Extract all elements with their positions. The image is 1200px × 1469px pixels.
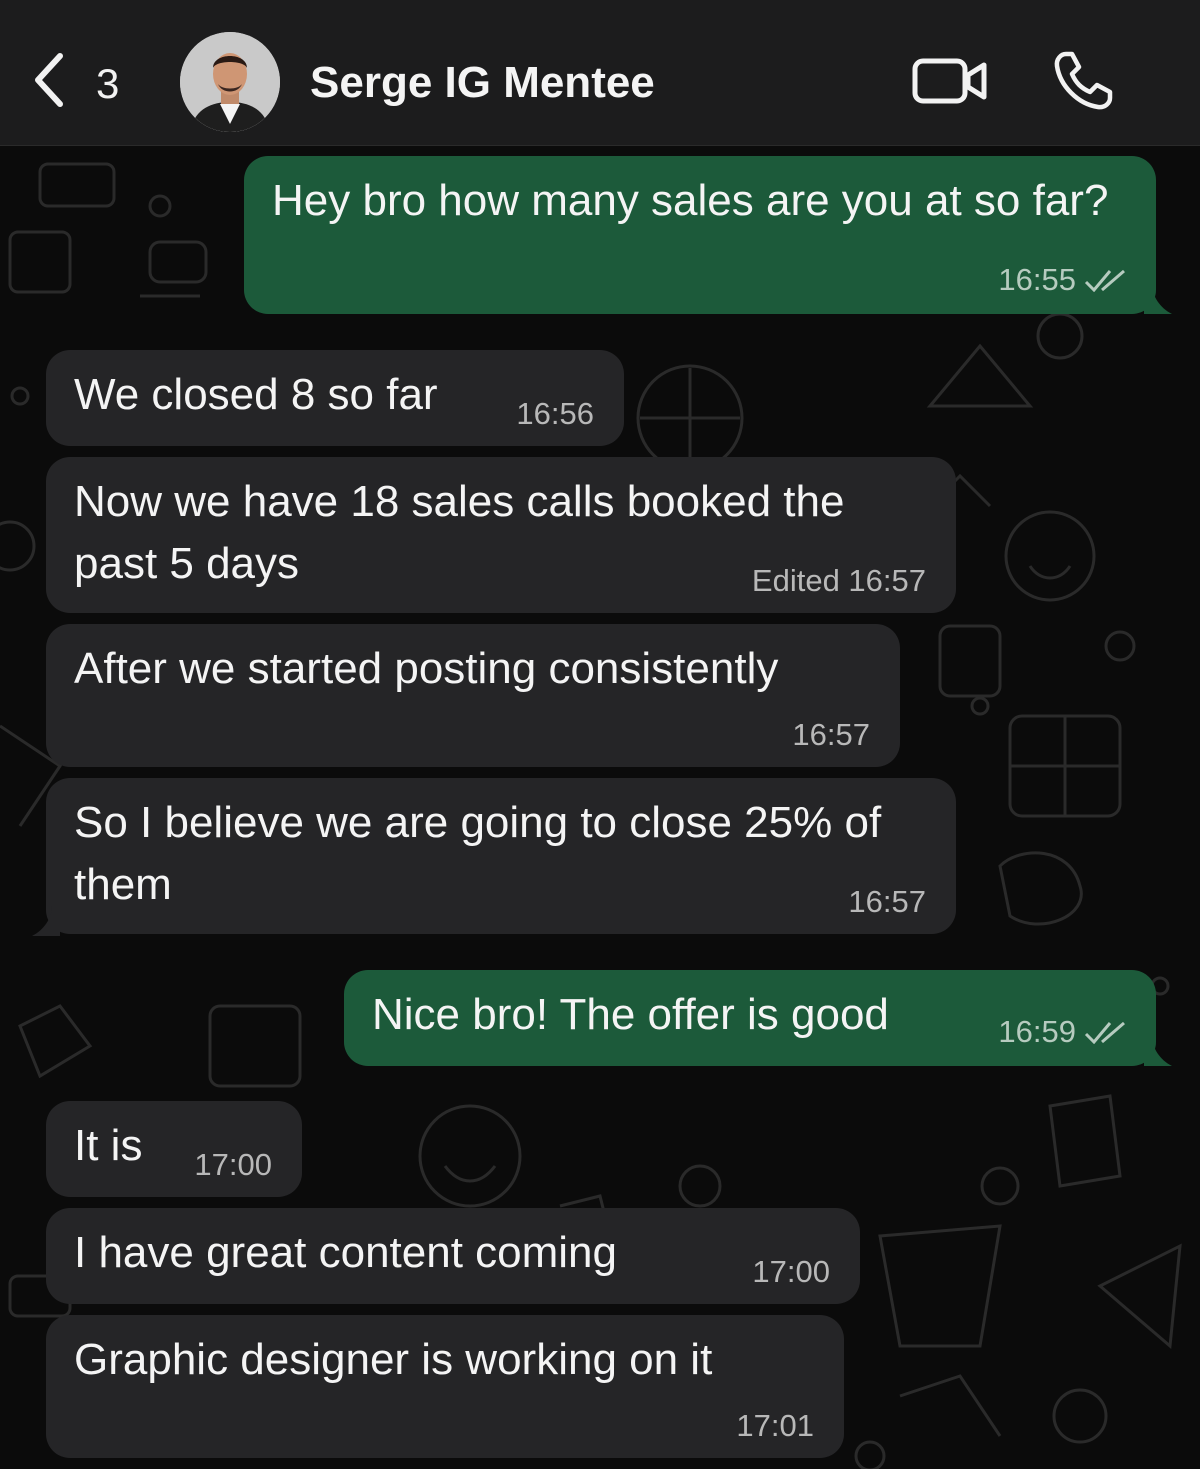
message-time: 16:57 (848, 884, 926, 919)
message-time: 16:57 (792, 717, 870, 752)
message-bubble[interactable]: Hey bro how many sales are you at so far… (244, 156, 1156, 314)
chevron-left-icon (35, 53, 63, 107)
message-meta: 16:55 (998, 262, 1128, 298)
message-bubble[interactable]: We closed 8 so far 16:56 (46, 350, 624, 446)
message-text: After we started posting consistently (74, 644, 779, 693)
message-text: Hey bro how many sales are you at so far… (272, 176, 1109, 225)
message-time: 16:56 (516, 396, 594, 431)
message-bubble[interactable]: I have great content coming 17:00 (46, 1208, 860, 1304)
message-bubble[interactable]: Nice bro! The offer is good 16:59 (344, 970, 1156, 1066)
bubble-tail (32, 906, 60, 936)
avatar[interactable] (180, 32, 280, 132)
message-text: Graphic designer is working on it (74, 1335, 713, 1384)
message-text: I have great content coming (74, 1228, 617, 1277)
back-button[interactable] (30, 50, 80, 116)
chat-header: 3 Serge IG Mentee (0, 0, 1200, 146)
message-time: 16:55 (998, 262, 1076, 297)
message-time: 16:59 (998, 1014, 1076, 1049)
voice-call-button[interactable] (1052, 50, 1114, 112)
message-meta: 16:59 (998, 1014, 1128, 1050)
message-bubble[interactable]: After we started posting consistently 16… (46, 624, 900, 767)
bubble-tail (1144, 284, 1172, 314)
message-text: So I believe we are going to close 25% o… (74, 798, 882, 909)
bubble-tail (1144, 1036, 1172, 1066)
message-bubble[interactable]: Graphic designer is working on it 17:01 (46, 1315, 844, 1458)
message-time: 17:00 (194, 1147, 272, 1182)
phone-icon (1054, 51, 1113, 110)
video-camera-icon (912, 58, 987, 104)
message-list[interactable]: Hey bro how many sales are you at so far… (0, 146, 1200, 1469)
contact-name[interactable]: Serge IG Mentee (310, 58, 655, 108)
message-bubble[interactable]: It is 17:00 (46, 1101, 302, 1197)
message-time: Edited 16:57 (751, 563, 926, 598)
message-bubble[interactable]: So I believe we are going to close 25% o… (46, 778, 956, 934)
message-time: 17:01 (736, 1408, 814, 1443)
unread-count[interactable]: 3 (96, 60, 119, 108)
message-bubble[interactable]: Now we have 18 sales calls booked the pa… (46, 457, 956, 613)
double-check-icon (1084, 1021, 1125, 1044)
video-call-button[interactable] (912, 55, 988, 107)
message-time: 17:00 (752, 1254, 830, 1289)
double-check-icon (1084, 269, 1125, 292)
